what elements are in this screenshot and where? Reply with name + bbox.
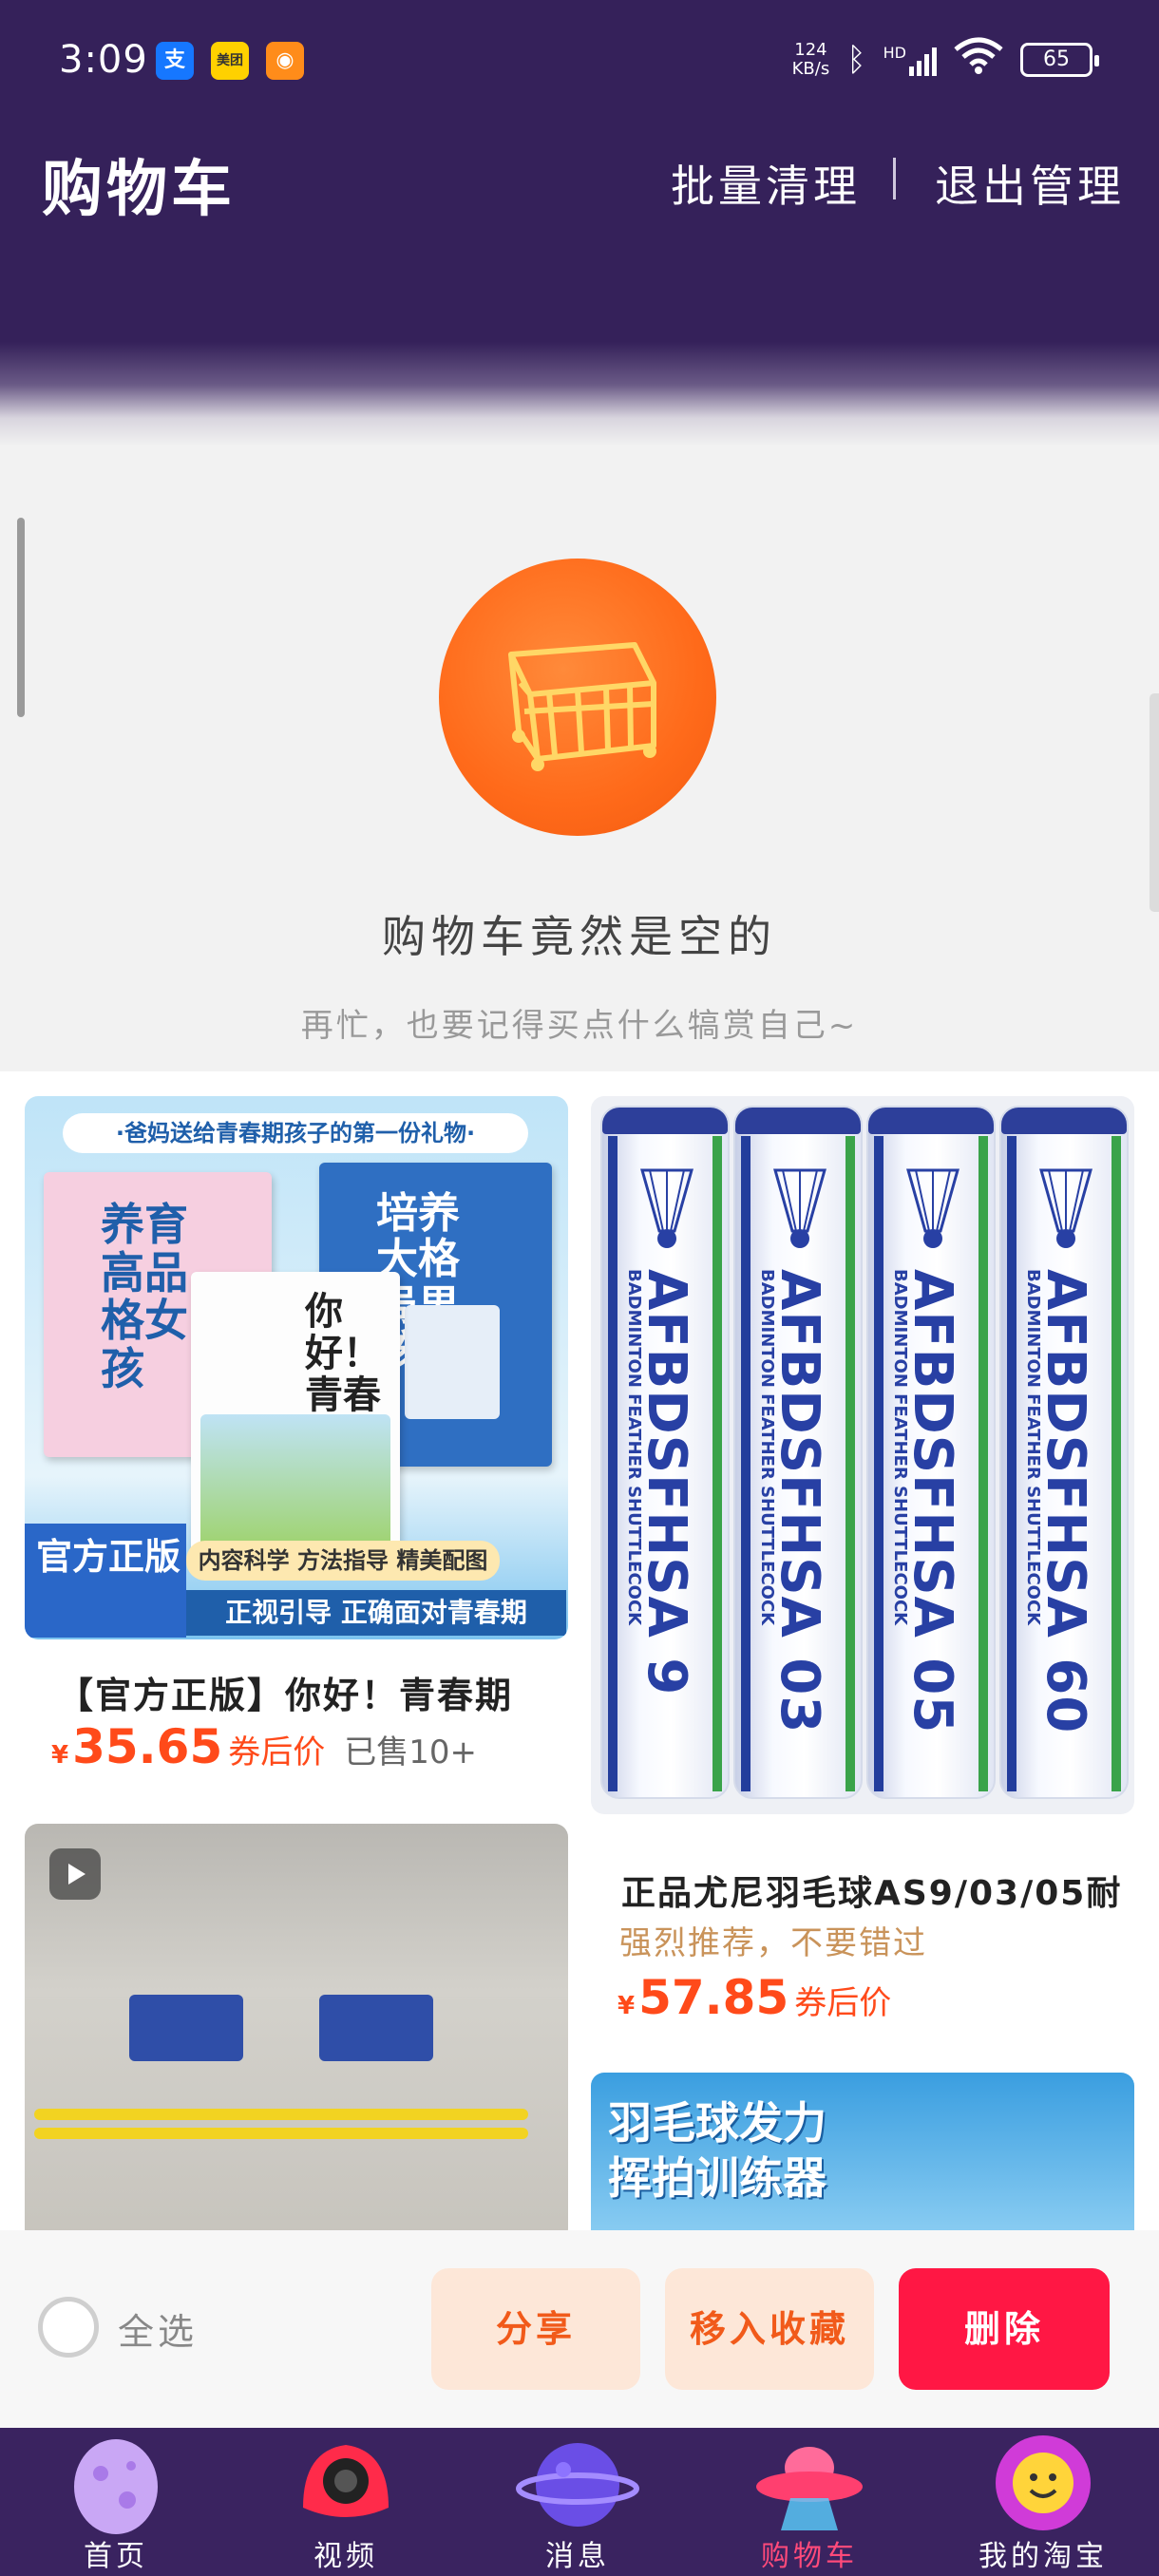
wifi-icon [954,36,1003,83]
tab-home[interactable]: 首页 [21,2428,211,2576]
blue-base-left [129,1995,243,2061]
status-time: 3:09 [59,38,148,82]
bluetooth-icon: ᛒ [846,40,866,79]
shuttlecock-icon [906,1168,960,1248]
status-right: 124 KB/s ᛒ HD 65 [791,36,1099,83]
product-card-trainer[interactable]: 羽毛球发力 挥拍训练器 [591,2073,1134,2230]
batch-clean-button[interactable]: 批量清理 [671,152,861,215]
book-youth: 你好！青春期 [191,1272,400,1557]
product-card-shuttlecock[interactable]: AFBDSFHSA 9 BADMINTON FEATHER SHUTTLECOC… [591,1096,1134,1970]
yellow-pole [34,2109,528,2120]
tab-cart[interactable]: 购物车 [714,2428,904,2576]
status-bar: 3:09 支 美团 ◉ 124 KB/s ᛒ HD 65 [0,0,1159,123]
shuttle-tube: AFBDSFHSA 03 BADMINTON FEATHER SHUTTLECO… [733,1106,863,1799]
select-all-label[interactable]: 全选 [118,2302,198,2355]
empty-title: 购物车竟然是空的 [382,911,777,962]
camera-icon [303,2445,389,2517]
delete-button[interactable]: 删除 [899,2268,1110,2390]
battery-icon: 65 [1020,42,1099,77]
header-divider [893,158,896,199]
tab-messages[interactable]: 消息 [483,2428,673,2576]
title-row: 购物车 批量清理 退出管理 [0,133,1159,228]
smiley-icon [996,2435,1091,2530]
shuttlecock-icon [1039,1168,1092,1248]
exit-manage-button[interactable]: 退出管理 [935,152,1125,215]
blue-base-right [319,1995,433,2061]
scrollbar-thumb[interactable] [17,518,25,717]
ufo-icon [756,2447,863,2530]
tab-my-taobao[interactable]: 我的淘宝 [948,2428,1138,2576]
product-card-book[interactable]: ·爸妈送给青春期孩子的第一份礼物· 养育高品格女孩 培养大格局男孩 你好！青春期… [25,1096,568,1780]
play-icon[interactable] [49,1848,101,1900]
shuttlecock-icon [773,1168,826,1248]
shuttle-tube: AFBDSFHSA 05 BADMINTON FEATHER SHUTTLECO… [866,1106,996,1799]
planet-icon [516,2443,639,2527]
signal-icon: HD [884,44,937,76]
price-row: ¥ 35.65 券后价 已售10+ [51,1719,478,1774]
price-row: ¥ 57.85 券后价 [618,1970,892,2025]
recommend-tag: 强烈推荐，不要错过 [619,1924,927,1962]
recommend-grid: ·爸妈送给青春期孩子的第一份礼物· 养育高品格女孩 培养大格局男孩 你好！青春期… [0,1071,1159,2230]
yellow-pole [34,2128,528,2139]
select-all-radio[interactable] [38,2297,99,2358]
product-title[interactable]: 【官方正版】你好！青春期 [57,1666,513,1718]
price: 35.65 [72,1719,223,1774]
image-banner: ·爸妈送给青春期孩子的第一份礼物· [63,1113,528,1153]
coupon-label: 券后价 [794,1984,892,2022]
app-notif-icon: ◉ [266,42,304,80]
product-image[interactable]: ·爸妈送给青春期孩子的第一份礼物· 养育高品格女孩 培养大格局男孩 你好！青春期… [25,1096,568,1639]
product-title[interactable]: 正品尤尼羽毛球AS9/03/05耐 [621,1866,1134,1915]
page-title: 购物车 [42,155,236,225]
header: 3:09 支 美团 ◉ 124 KB/s ᛒ HD 65 购物车 批量清理 退出… [0,0,1159,446]
feature-bar: 正视引导 正确面对青春期 [186,1590,566,1636]
product-image[interactable]: 羽毛球发力 挥拍训练器 [591,2073,1134,2230]
feature-pill: 内容科学 方法指导 精美配图 [186,1541,500,1581]
tab-video[interactable]: 视频 [251,2428,441,2576]
bottom-tab-bar: 首页 视频 消息 购物车 我的淘宝 [0,2428,1159,2576]
move-to-favorites-button[interactable]: 移入收藏 [665,2268,874,2390]
students-illustration [200,1414,390,1547]
official-badge: 官方正版 [25,1524,186,1638]
product-card-video[interactable] [25,1824,568,2230]
shuttlecock-icon [640,1168,694,1248]
product-video-thumbnail[interactable] [25,1824,568,2230]
price: 57.85 [638,1970,789,2025]
egg-icon [74,2439,158,2534]
net-speed: 124 KB/s [791,39,830,79]
trainer-banner-text: 羽毛球发力 挥拍训练器 [608,2097,826,2204]
product-image[interactable]: AFBDSFHSA 9 BADMINTON FEATHER SHUTTLECOC… [591,1096,1134,1814]
share-button[interactable]: 分享 [431,2268,640,2390]
alipay-notif-icon: 支 [156,42,194,80]
empty-cart-icon [439,559,716,836]
meituan-notif-icon: 美团 [211,42,249,80]
coupon-label: 券后价 [228,1733,326,1771]
empty-subtitle: 再忙，也要记得买点什么犒赏自己~ [300,1007,859,1045]
cart-action-bar: 全选 分享 移入收藏 删除 [0,2230,1159,2428]
sold-count: 已售10+ [344,1733,478,1771]
shuttle-tube: AFBDSFHSA 60 BADMINTON FEATHER SHUTTLECO… [999,1106,1129,1799]
edge-handle [1150,693,1159,912]
author-photo [405,1305,500,1419]
shuttle-tube: AFBDSFHSA 9 BADMINTON FEATHER SHUTTLECOC… [600,1106,730,1799]
